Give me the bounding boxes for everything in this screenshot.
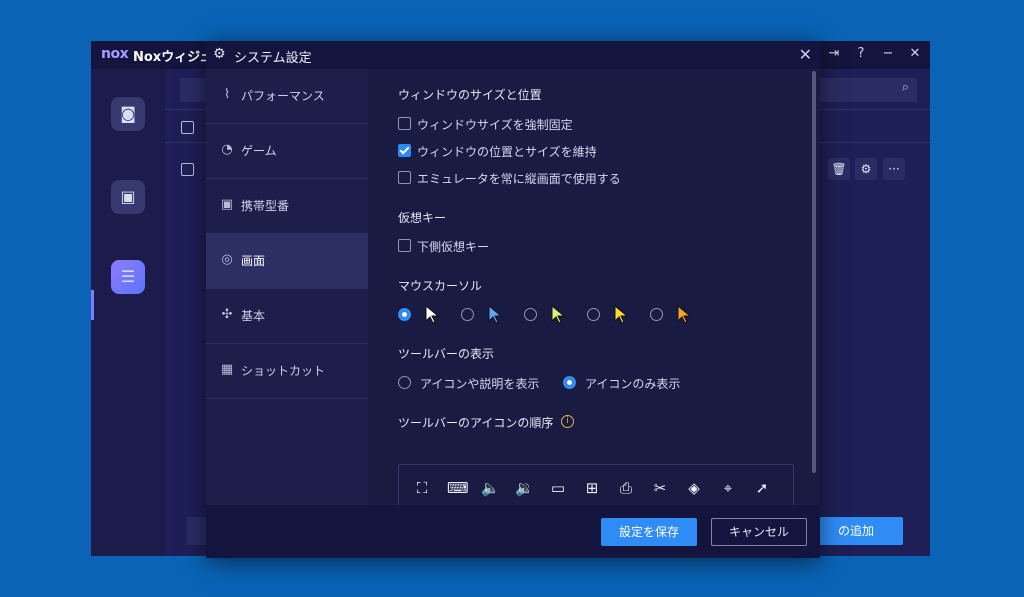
nav-item-game[interactable]: ◔ ゲーム bbox=[206, 124, 368, 179]
monitor-icon[interactable]: ▭ bbox=[549, 479, 567, 497]
option-label: 下側仮想キー bbox=[417, 240, 490, 254]
scrollbar[interactable] bbox=[812, 71, 816, 473]
option-label: ウィンドウの位置とサイズを維持 bbox=[417, 145, 597, 159]
bottom-virtual-keys-checkbox[interactable] bbox=[398, 239, 411, 252]
dialog-titlebar: ⚙ システム設定 ✕ bbox=[206, 41, 820, 69]
nav-item-label: パフォーマンス bbox=[241, 89, 325, 103]
rotate-icon[interactable]: ◈ bbox=[685, 479, 703, 497]
printer-icon[interactable]: ⎙ bbox=[617, 479, 635, 497]
system-settings-dialog: ⚙ システム設定 ✕ ⌇ パフォーマンス ◔ ゲーム ▣ 携帯型番 ◎ 画面 ✣… bbox=[206, 41, 820, 558]
volume-up-icon[interactable]: 🔈 bbox=[481, 479, 500, 497]
search-icon: ⌕ bbox=[901, 80, 909, 95]
left-sidebar: ◙ ▣ ☰ bbox=[91, 69, 165, 556]
option-label: アイコンや説明を表示 bbox=[420, 377, 540, 391]
instance-checkbox[interactable] bbox=[181, 163, 194, 176]
save-settings-button[interactable]: 設定を保存 bbox=[601, 518, 697, 546]
dialog-title: システム設定 bbox=[234, 51, 312, 66]
icons-with-labels-radio[interactable] bbox=[398, 376, 411, 389]
close-icon[interactable]: ✕ bbox=[799, 45, 812, 64]
location-icon[interactable]: ⌖ bbox=[719, 479, 737, 497]
phone-icon: ▣ bbox=[220, 197, 234, 212]
nav-item-label: 画面 bbox=[241, 254, 266, 268]
force-fixed-size-checkbox[interactable] bbox=[398, 117, 411, 130]
cancel-button[interactable]: キャンセル bbox=[711, 518, 807, 546]
nav-item-basic[interactable]: ✣ 基本 bbox=[206, 289, 368, 344]
cursor-radio-3[interactable] bbox=[524, 308, 537, 321]
gamepad-icon: ◔ bbox=[221, 142, 233, 157]
keyboard-icon[interactable]: ⌨ bbox=[447, 479, 469, 497]
nav-item-display[interactable]: ◎ 画面 bbox=[206, 234, 368, 289]
section-title: ツールバーのアイコンの順序 bbox=[398, 416, 554, 430]
keep-position-size-checkbox[interactable] bbox=[398, 144, 411, 157]
section-title: 仮想キー bbox=[398, 211, 447, 225]
install-apk-icon[interactable]: ⊞ bbox=[583, 479, 601, 497]
section-title: マウスカーソル bbox=[398, 279, 483, 293]
app-title: Noxウィジュ bbox=[133, 50, 213, 65]
nav-item-performance[interactable]: ⌇ パフォーマンス bbox=[206, 69, 368, 124]
cursor-radio-4[interactable] bbox=[587, 308, 600, 321]
nav-item-label: 基本 bbox=[241, 309, 266, 323]
nav-item-label: 携帯型番 bbox=[241, 199, 290, 213]
store-icon[interactable]: ▣ bbox=[111, 180, 145, 214]
nav-item-label: ゲーム bbox=[241, 144, 277, 158]
rocket-icon[interactable]: ➚ bbox=[753, 479, 771, 497]
search-input[interactable]: ⌕ bbox=[813, 78, 917, 102]
cursor-radio-2[interactable] bbox=[461, 308, 474, 321]
select-all-checkbox[interactable] bbox=[181, 121, 194, 134]
puzzle-icon: ✣ bbox=[221, 307, 233, 322]
option-label: ウィンドウサイズを強制固定 bbox=[417, 118, 573, 132]
palette-icon: ◎ bbox=[221, 252, 233, 267]
settings-content: ウィンドウのサイズと位置 ウィンドウサイズを強制固定 ウィンドウの位置とサイズを… bbox=[368, 69, 812, 505]
keyboard-icon: ▦ bbox=[220, 362, 234, 377]
activity-icon: ⌇ bbox=[223, 87, 231, 102]
info-icon[interactable]: i bbox=[561, 415, 574, 428]
fullscreen-icon[interactable]: ⛶ bbox=[413, 479, 431, 497]
nav-item-label: ショットカット bbox=[241, 364, 326, 378]
nav-item-shortcut[interactable]: ▦ ショットカット bbox=[206, 344, 368, 399]
help-icon[interactable]: ? bbox=[854, 47, 868, 61]
nav-item-phone-model[interactable]: ▣ 携帯型番 bbox=[206, 179, 368, 234]
cursor-arrow-icon bbox=[614, 305, 629, 324]
cursor-radio-5[interactable] bbox=[650, 308, 663, 321]
scissors-icon[interactable]: ✂ bbox=[651, 479, 669, 497]
option-label: エミュレータを常に縦画面で使用する bbox=[417, 172, 621, 186]
instances-icon[interactable]: ☰ bbox=[111, 260, 145, 294]
settings-nav: ⌇ パフォーマンス ◔ ゲーム ▣ 携帯型番 ◎ 画面 ✣ 基本 ▦ ショットカ… bbox=[206, 69, 368, 505]
gear-icon[interactable]: ⚙ bbox=[855, 158, 877, 180]
portrait-mode-checkbox[interactable] bbox=[398, 171, 411, 184]
active-indicator bbox=[91, 290, 94, 320]
volume-down-icon[interactable]: 🔉 bbox=[515, 479, 534, 497]
nox-logo: nox bbox=[101, 46, 129, 62]
folder-icon[interactable]: ◙ bbox=[111, 97, 145, 131]
cursor-arrow-icon bbox=[425, 305, 440, 324]
section-title: ツールバーの表示 bbox=[398, 347, 495, 361]
cursor-radio-1[interactable] bbox=[398, 308, 411, 321]
close-icon[interactable]: ✕ bbox=[908, 47, 922, 61]
icons-only-radio[interactable] bbox=[563, 376, 576, 389]
trash-icon[interactable]: 🗑 bbox=[828, 158, 850, 180]
gear-icon: ⚙ bbox=[213, 46, 226, 62]
more-icon[interactable]: ··· bbox=[883, 158, 905, 180]
cursor-arrow-icon bbox=[551, 305, 566, 324]
section-title: ウィンドウのサイズと位置 bbox=[398, 88, 542, 102]
minimize-icon[interactable]: − bbox=[881, 47, 895, 61]
toolbar-icon-order-box: ⛶⌨🔈🔉▭⊞⎙✂◈⌖➚ ✺◷▶⇆≡⊡⧉ bbox=[398, 464, 794, 505]
add-instance-button[interactable]: の追加 bbox=[809, 517, 903, 545]
cursor-arrow-icon bbox=[677, 305, 692, 324]
share-icon[interactable]: ⇥ bbox=[827, 47, 841, 61]
option-label: アイコンのみ表示 bbox=[585, 377, 681, 391]
cursor-arrow-icon bbox=[488, 305, 503, 324]
